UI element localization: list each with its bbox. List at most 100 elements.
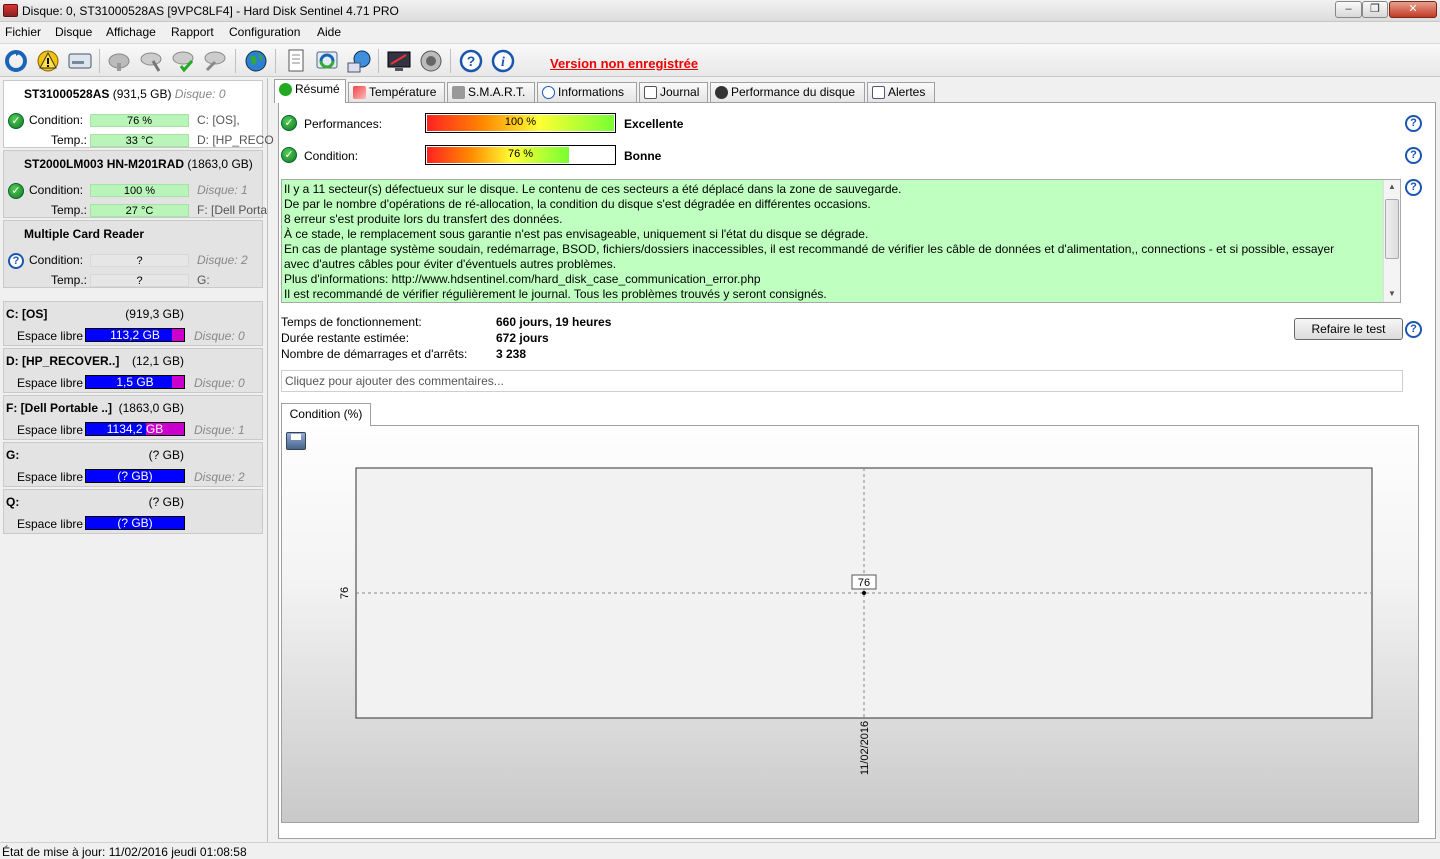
tab-alertes[interactable]: Alertes (867, 82, 935, 102)
disk-volume-1: C: [OS], (197, 113, 240, 127)
disk-card-2[interactable]: Multiple Card Reader ? Condition: ? Disq… (3, 220, 263, 288)
sound-icon[interactable] (418, 48, 444, 74)
tab-label: Température (369, 85, 437, 99)
condition-label: Condition: (304, 149, 359, 163)
tab-label: Performance du disque (731, 85, 856, 99)
tab-temperature[interactable]: Température (348, 82, 445, 102)
menu-fichier[interactable]: Fichier (5, 25, 41, 39)
tab-journal[interactable]: Journal (639, 82, 708, 102)
retest-help-icon[interactable]: ? (1405, 321, 1422, 338)
condition-gauge: 76 % (425, 145, 616, 165)
menu-rapport[interactable]: Rapport (171, 25, 214, 39)
scroll-down-arrow-icon[interactable]: ▼ (1388, 289, 1396, 298)
disk-check-icon[interactable] (170, 48, 196, 74)
disk-tool-icon[interactable] (138, 48, 164, 74)
free-space-value: (? GB) (117, 469, 153, 483)
performance-ok-icon: ✓ (281, 115, 297, 131)
volume-name: Q: (6, 495, 20, 509)
info-icon[interactable]: i (490, 48, 516, 74)
monitor-icon[interactable] (386, 48, 412, 74)
volume-size: (? GB) (148, 495, 184, 509)
disk-title: Multiple Card Reader (24, 227, 144, 241)
window-title: Disque: 0, ST31000528AS [9VPC8LF4] - Har… (22, 4, 399, 18)
message-scrollbar[interactable]: ▲ ▼ (1383, 180, 1400, 302)
condition-help-icon[interactable]: ? (1405, 147, 1422, 164)
tab-smart[interactable]: S.M.A.R.T. (447, 82, 535, 102)
scroll-up-arrow-icon[interactable]: ▲ (1388, 182, 1396, 191)
temp-bar: 27 °C (90, 204, 189, 217)
disk-volume-1: G: (197, 273, 210, 287)
refresh-icon[interactable] (3, 48, 29, 74)
volume-card-q[interactable]: Q: (? GB) Espace libre (? GB) (3, 489, 263, 534)
volume-size: (12,1 GB) (131, 354, 184, 368)
report-icon[interactable] (283, 48, 309, 74)
alert-icon[interactable] (35, 48, 61, 74)
condition-ok-icon: ✓ (281, 147, 297, 163)
volume-card-c[interactable]: C: [OS] (919,3 GB) Espace libre 113,2 GB… (3, 301, 263, 346)
condition-chart-area: 76 11/02/2016 76 (281, 425, 1419, 823)
message-line: Il y a 11 secteur(s) défectueux sur le d… (284, 182, 902, 196)
disk-card-1[interactable]: ST2000LM003 HN-M201RAD (1863,0 GB) ✓ Con… (3, 150, 267, 218)
scrollbar-thumb[interactable] (1385, 199, 1399, 259)
maximize-button[interactable]: ❐ (1362, 1, 1388, 18)
menu-disque[interactable]: Disque (55, 25, 92, 39)
volume-disk: Disque: 0 (194, 376, 245, 390)
menu-configuration[interactable]: Configuration (229, 25, 300, 39)
disk-size: (1863,0 GB) (187, 157, 253, 171)
chart-tab-condition[interactable]: Condition (%) (281, 403, 371, 426)
toolbar-separator (275, 49, 276, 73)
unregistered-version-link[interactable]: Version non enregistrée (550, 56, 698, 71)
globe-icon[interactable] (243, 48, 269, 74)
condition-label: Condition: (29, 183, 84, 197)
menu-aide[interactable]: Aide (317, 25, 341, 39)
temp-bar: ? (90, 274, 189, 287)
status-message-box[interactable]: Il y a 11 secteur(s) défectueux sur le d… (281, 179, 1401, 303)
y-tick-label: 76 (339, 587, 351, 599)
disk-name: ST31000528AS (24, 87, 110, 101)
condition-bar: 100 % (90, 184, 189, 197)
toolbar-separator (99, 49, 100, 73)
volume-size: (1863,0 GB) (118, 401, 184, 415)
message-line: De par le nombre d'opérations de ré-allo… (284, 197, 871, 211)
tab-label: Informations (558, 85, 625, 99)
volume-name: C: [OS] (6, 307, 48, 321)
performance-gauge-value: 100 % (504, 116, 537, 128)
disk-wrench-icon[interactable] (202, 48, 228, 74)
volume-size: (? GB) (148, 448, 184, 462)
ok-check-icon (279, 83, 292, 96)
tab-informations[interactable]: Informations (537, 82, 637, 102)
volume-card-g[interactable]: G: (? GB) Espace libre (? GB) Disque: 2 (3, 442, 263, 487)
free-space-label: Espace libre (17, 329, 84, 343)
temp-label: Temp.: (51, 203, 88, 217)
disk-card-0[interactable]: ST31000528AS (931,5 GB) Disque: 0 ✓ Cond… (3, 80, 274, 148)
menu-affichage[interactable]: Affichage (106, 25, 156, 39)
disk-icon[interactable] (67, 48, 93, 74)
close-button[interactable]: ✕ (1389, 1, 1437, 18)
performance-help-icon[interactable]: ? (1405, 115, 1422, 132)
used-space-fill (172, 329, 184, 341)
temp-label: Temp.: (51, 273, 88, 287)
volume-card-f[interactable]: F: [Dell Portable ..] (1863,0 GB) Espace… (3, 395, 263, 440)
summary-content: ✓ Performances: 100 % Excellente ? ✓ Con… (278, 102, 1436, 839)
help-icon[interactable]: ? (458, 48, 484, 74)
retest-button[interactable]: Refaire le test (1294, 318, 1403, 340)
volume-card-d[interactable]: D: [HP_RECOVER..] (12,1 GB) Espace libre… (3, 348, 263, 393)
data-label: 76 (858, 577, 870, 589)
minimize-button[interactable]: – (1335, 1, 1362, 18)
remaining-value: 672 jours (496, 331, 549, 345)
disk-id: Disque: 0 (174, 87, 226, 101)
free-space-label: Espace libre (17, 470, 84, 484)
temp-label: Temp.: (51, 133, 88, 147)
comment-input[interactable] (281, 370, 1403, 392)
tab-performance[interactable]: Performance du disque (710, 82, 865, 102)
x-tick-label: 11/02/2016 (859, 721, 871, 775)
tab-label: Résumé (295, 82, 340, 96)
disk-title: ST2000LM003 HN-M201RAD (1863,0 GB) (24, 157, 253, 171)
free-space-value: (? GB) (117, 516, 153, 530)
smart-icon (452, 86, 465, 99)
tab-resume[interactable]: Résumé (274, 79, 346, 103)
disk-gray-icon[interactable] (106, 48, 132, 74)
message-help-icon[interactable]: ? (1405, 179, 1422, 196)
sync-icon[interactable] (314, 48, 340, 74)
network-icon[interactable] (346, 48, 372, 74)
